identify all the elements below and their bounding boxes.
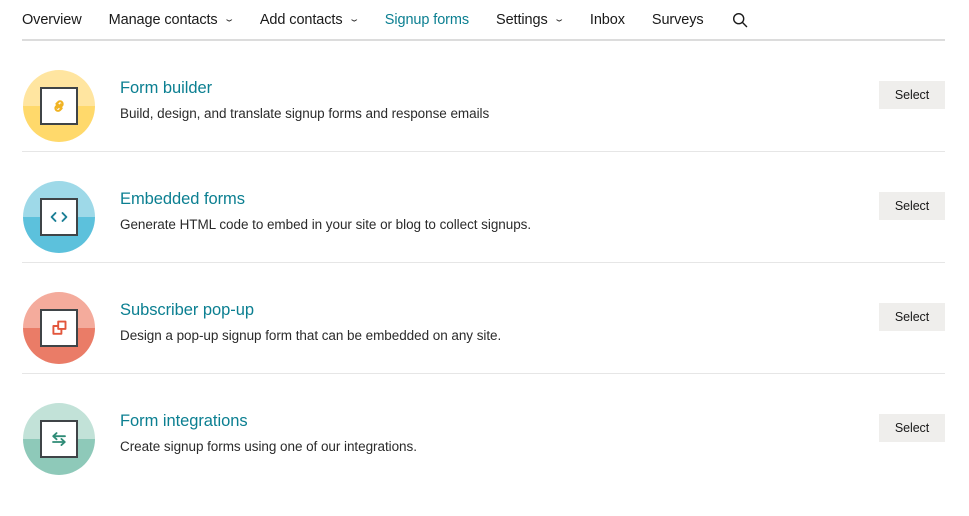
list-item-text: Embedded forms Generate HTML code to emb… [120,190,879,234]
code-brackets-icon [23,181,95,253]
nav-item-overview[interactable]: Overview [22,12,82,28]
list-item-description: Generate HTML code to embed in your site… [120,216,532,232]
list-item-description: Create signup forms using one of our int… [120,438,417,454]
nav-item-label: Overview [22,11,82,28]
main-navigation: Overview Manage contacts ⌄ Add contacts … [22,0,945,41]
nav-item-label: Add contacts [259,11,343,28]
exchange-arrows-icon [23,403,95,475]
list-item-action: Select [879,192,945,220]
list-item-action: Select [879,414,945,442]
nav-item-settings[interactable]: Settings ⌄ [496,11,565,28]
list-item-action: Select [879,81,945,109]
search-button[interactable] [732,12,748,28]
nav-item-label: Surveys [651,11,704,28]
list-item: Embedded forms Generate HTML code to emb… [0,152,969,263]
list-item-title[interactable]: Subscriber pop-up [120,301,254,320]
nav-item-inbox[interactable]: Inbox [590,12,625,28]
link-icon [23,70,95,142]
select-button[interactable]: Select [879,192,945,220]
search-icon [732,12,748,28]
list-item-title[interactable]: Form builder [120,79,212,98]
list-item-title[interactable]: Embedded forms [120,190,245,209]
popup-windows-icon [23,292,95,364]
nav-item-surveys[interactable]: Surveys [652,12,704,28]
list-item-description: Design a pop-up signup form that can be … [120,327,502,343]
list-item-description: Build, design, and translate signup form… [120,105,490,121]
chevron-down-icon: ⌄ [552,14,565,24]
select-button[interactable]: Select [879,303,945,331]
chevron-down-icon: ⌄ [222,14,235,24]
nav-item-signup-forms[interactable]: Signup forms [385,12,469,28]
nav-item-label: Settings [496,11,548,28]
list-item: Subscriber pop-up Design a pop-up signup… [0,263,969,374]
nav-item-manage-contacts[interactable]: Manage contacts ⌄ [108,11,235,28]
list-item: Form builder Build, design, and translat… [0,41,969,152]
nav-item-label: Manage contacts [108,11,218,28]
nav-item-label: Signup forms [384,11,470,28]
select-button[interactable]: Select [879,414,945,442]
list-item: Form integrations Create signup forms us… [0,374,969,485]
signup-forms-list: Form builder Build, design, and translat… [0,41,969,485]
select-button[interactable]: Select [879,81,945,109]
list-item-title[interactable]: Form integrations [120,412,248,431]
list-item-text: Subscriber pop-up Design a pop-up signup… [120,301,879,345]
list-item-text: Form integrations Create signup forms us… [120,412,879,456]
list-item-action: Select [879,303,945,331]
chevron-down-icon: ⌄ [347,14,360,24]
list-item-text: Form builder Build, design, and translat… [120,79,879,123]
nav-item-label: Inbox [589,11,625,28]
nav-item-add-contacts[interactable]: Add contacts ⌄ [259,11,360,28]
